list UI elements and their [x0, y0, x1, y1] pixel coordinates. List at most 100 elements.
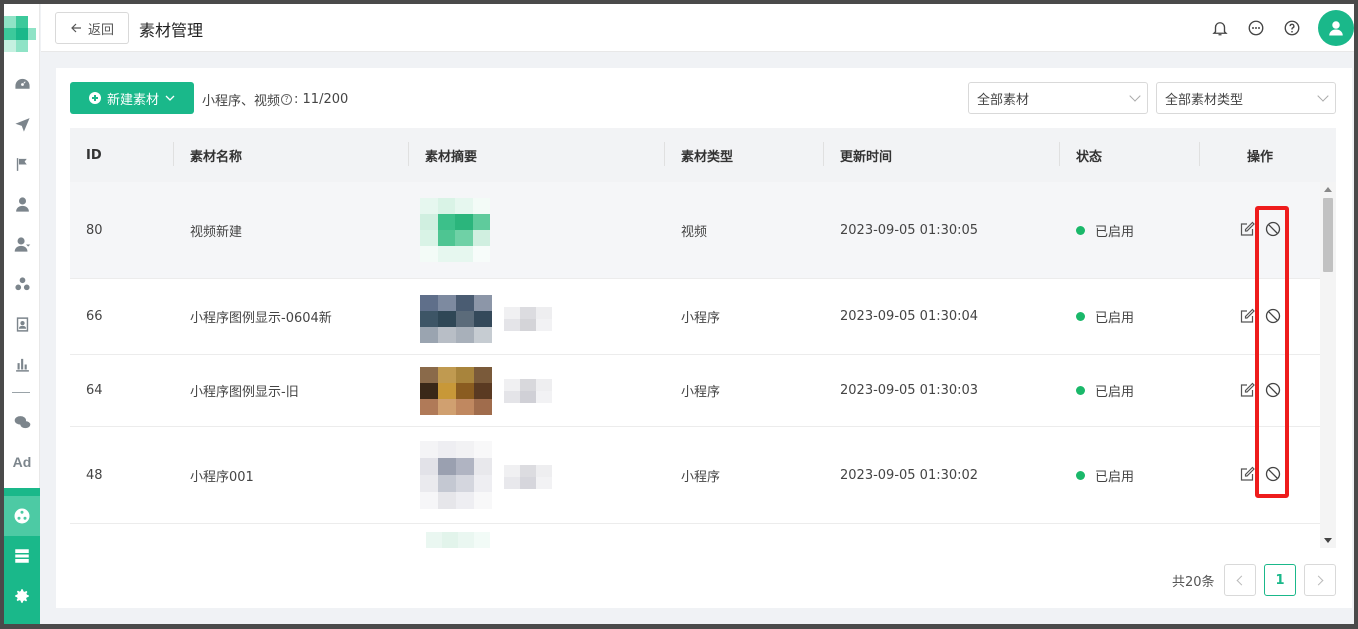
- arrow-left-icon: [71, 23, 81, 33]
- disable-button[interactable]: [1265, 308, 1281, 324]
- pagination-next-button[interactable]: [1304, 564, 1336, 596]
- pagination-total: 共20条: [1172, 575, 1215, 590]
- help-icon: [1284, 20, 1300, 36]
- material-table: ID 素材名称 素材摘要 素材类型 更新时间 状态 操作 80 视频新建 视频: [70, 128, 1336, 548]
- next-row-thumbnail-blur: [426, 532, 490, 548]
- pagination-page-1[interactable]: 1: [1264, 564, 1296, 596]
- cell-id: 64: [86, 383, 103, 398]
- cell-status: 已启用: [1076, 182, 1134, 278]
- miniprogram-caption-blur: [504, 465, 552, 489]
- ad-icon: Ad: [12, 454, 32, 470]
- sidebar-item-dashboard[interactable]: [4, 64, 40, 104]
- user-icon: [15, 196, 29, 212]
- edit-button[interactable]: [1239, 382, 1255, 398]
- cell-name: 视频新建: [190, 224, 243, 240]
- sidebar-item-send[interactable]: [4, 104, 40, 144]
- edit-button[interactable]: [1239, 466, 1255, 482]
- sidebar-item-wechat[interactable]: [4, 402, 40, 442]
- table-row[interactable]: 80 视频新建 视频 2023-09-05 01:30:05 已启用: [70, 182, 1320, 279]
- miniprogram-caption-blur: [504, 379, 552, 403]
- material-quota: 小程序、视频 ? : 11/200: [202, 90, 348, 109]
- sidebar-item-group[interactable]: [4, 264, 40, 304]
- table-row[interactable]: 48 小程序001 小程序 2023-09-05 01:30:02 已启用: [70, 427, 1320, 524]
- chevron-right-icon: [1313, 575, 1324, 585]
- sidebar-item-material[interactable]: [4, 496, 40, 536]
- material-scope-select[interactable]: 全部素材: [968, 82, 1148, 114]
- chevron-down-icon: [1317, 90, 1329, 102]
- column-header-summary: 素材摘要: [408, 128, 477, 182]
- app-logo[interactable]: [4, 16, 36, 52]
- help-button[interactable]: [1282, 18, 1302, 38]
- message-button[interactable]: [1246, 18, 1266, 38]
- cell-updated: 2023-09-05 01:30:03: [840, 383, 979, 398]
- column-header-updated: 更新时间: [823, 128, 892, 182]
- disable-button[interactable]: [1265, 382, 1281, 398]
- table-header: ID 素材名称 素材摘要 素材类型 更新时间 状态 操作: [70, 128, 1336, 182]
- cell-status: 已启用: [1076, 355, 1134, 426]
- cell-type: 小程序: [681, 385, 721, 400]
- status-dot: [1076, 312, 1085, 321]
- material-type-select[interactable]: 全部素材类型: [1156, 82, 1336, 114]
- cell-updated: 2023-09-05 01:30:02: [840, 467, 979, 483]
- status-dot: [1076, 470, 1085, 480]
- chevron-down-icon: [1129, 90, 1141, 102]
- cell-type: 小程序: [681, 311, 721, 326]
- chevron-down-icon: [165, 95, 175, 101]
- ban-icon: [1265, 308, 1281, 324]
- group-icon: [14, 276, 30, 290]
- sidebar-item-server[interactable]: [4, 536, 40, 576]
- quota-prefix: 小程序、视频: [202, 94, 281, 109]
- scrollbar-thumb[interactable]: [1323, 198, 1333, 272]
- chat-bubble-icon: [1248, 20, 1264, 36]
- cell-id: 66: [86, 309, 103, 324]
- avatar[interactable]: [1318, 10, 1354, 46]
- edit-button[interactable]: [1239, 308, 1255, 324]
- users-icon: [14, 236, 30, 252]
- question-circle-icon[interactable]: ?: [281, 94, 293, 105]
- cell-type: 视频: [681, 224, 708, 240]
- scroll-down-arrow[interactable]: [1324, 538, 1332, 543]
- miniprogram-thumbnail: [420, 441, 492, 509]
- disable-button[interactable]: [1265, 466, 1281, 482]
- status-label: 已启用: [1095, 224, 1135, 240]
- sidebar-item-user[interactable]: [4, 184, 40, 224]
- video-thumbnail: [420, 198, 490, 262]
- table-row[interactable]: 66 小程序图例显示-0604新 小程序 2023-09-05 01:30:04…: [70, 279, 1320, 355]
- cell-updated: 2023-09-05 01:30:05: [840, 222, 979, 238]
- sidebar-item-contact[interactable]: [4, 304, 40, 344]
- table-row[interactable]: 64 小程序图例显示-旧 小程序 2023-09-05 01:30:03 已启用: [70, 355, 1320, 427]
- new-material-button[interactable]: 新建素材: [70, 82, 194, 114]
- status-dot: [1076, 386, 1085, 395]
- bar-chart-icon: [15, 358, 29, 372]
- column-header-type: 素材类型: [664, 128, 733, 182]
- scroll-up-arrow[interactable]: [1324, 187, 1332, 192]
- sidebar-item-settings[interactable]: [4, 576, 40, 616]
- sidebar-item-users[interactable]: [4, 224, 40, 264]
- column-header-id: ID: [86, 147, 102, 163]
- cell-status: 已启用: [1076, 279, 1134, 354]
- miniprogram-caption-blur: [504, 307, 552, 331]
- sidebar-item-ad[interactable]: Ad: [4, 442, 40, 482]
- back-button-label: 返回: [87, 22, 114, 38]
- sidebar-item-stats[interactable]: [4, 344, 40, 384]
- quota-value: : 11/200: [294, 92, 349, 107]
- edit-icon: [1240, 221, 1255, 236]
- edit-icon: [1240, 466, 1255, 481]
- cell-id: 80: [86, 222, 103, 238]
- miniprogram-thumbnail: [420, 367, 492, 415]
- status-dot: [1076, 225, 1085, 235]
- page-title: 素材管理: [139, 21, 204, 40]
- table-scrollbar[interactable]: [1320, 182, 1336, 548]
- material-type-value: 全部素材类型: [1165, 92, 1244, 108]
- cell-name: 小程序图例显示-旧: [190, 385, 299, 400]
- edit-icon: [1240, 308, 1255, 323]
- column-header-actions: 操作: [1199, 128, 1320, 182]
- edit-button[interactable]: [1239, 221, 1255, 237]
- notification-button[interactable]: [1210, 18, 1230, 38]
- sidebar-item-flag[interactable]: [4, 144, 40, 184]
- disable-button[interactable]: [1265, 221, 1281, 237]
- send-icon: [14, 117, 30, 132]
- back-button[interactable]: 返回: [55, 12, 129, 44]
- pagination-prev-button[interactable]: [1224, 564, 1256, 596]
- column-header-status: 状态: [1059, 128, 1102, 182]
